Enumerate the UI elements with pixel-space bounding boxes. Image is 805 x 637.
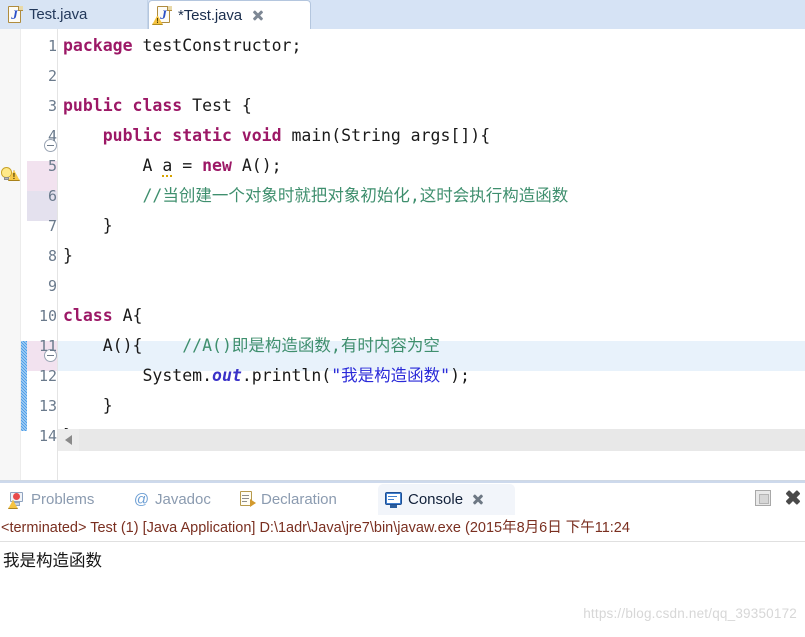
code-line-8: } <box>63 241 73 271</box>
terminate-button[interactable] <box>755 489 771 506</box>
tab-label: Console <box>408 491 464 508</box>
main-signature: main(String args[]){ <box>281 126 491 145</box>
code-line-1: package testConstructor; <box>63 31 301 61</box>
problems-icon <box>8 491 26 509</box>
editor-tab-label-active: *Test.java <box>178 6 243 24</box>
line-number: 3 <box>47 97 57 115</box>
tab-javadoc[interactable]: @ Javadoc <box>126 484 231 515</box>
editor-tab-label: Test.java <box>29 6 88 23</box>
assign-op: = <box>172 156 203 175</box>
constructor-call: A(); <box>231 156 282 175</box>
editor-horizontal-scrollbar[interactable] <box>58 429 805 451</box>
scrollbar-thumb[interactable] <box>79 429 805 451</box>
line-number: 9 <box>47 277 57 295</box>
console-output-area[interactable]: 我是构造函数 https://blog.csdn.net/qq_39350172 <box>0 541 805 637</box>
java-file-icon: J <box>8 5 23 24</box>
keyword-new: new <box>202 156 232 175</box>
javadoc-at-icon: @ <box>133 491 150 508</box>
console-toolbar <box>755 489 801 506</box>
line-number: 5 <box>47 157 57 175</box>
keyword-class: class <box>122 96 183 115</box>
keyword-package: package <box>63 36 133 55</box>
bottom-panel-tab-bar: Problems @ Javadoc Declaration Console <box>0 481 805 515</box>
static-field-out: out <box>212 366 242 385</box>
code-line-13: } <box>63 391 113 421</box>
keyword-modifiers: public static void <box>63 126 282 145</box>
code-line-4: public static void main(String args[]){ <box>63 121 490 151</box>
keyword-public: public <box>63 96 123 115</box>
comment-text: //当创建一个对象时就把对象初始化,这时会执行构造函数 <box>63 186 569 205</box>
line-number: 4 <box>47 127 57 145</box>
declaration-icon <box>239 491 256 508</box>
line-number: 14 <box>38 427 57 445</box>
tab-bar-empty-area <box>311 0 805 29</box>
eclipse-window: J Test.java J *Test.java <box>0 0 805 637</box>
scroll-left-arrow-icon[interactable] <box>58 429 79 451</box>
close-icon[interactable] <box>471 493 484 506</box>
editor-tab-test-java-modified[interactable]: J *Test.java <box>148 0 311 29</box>
code-line-7: } <box>63 211 113 241</box>
warning-lamp-icon[interactable] <box>1 166 20 183</box>
println-call: .println( <box>241 366 332 385</box>
line-number: 2 <box>47 67 57 85</box>
bottom-panel: Problems @ Javadoc Declaration Console <… <box>0 481 805 637</box>
line-number: 13 <box>38 397 57 415</box>
code-line-5: A a = new A(); <box>63 151 282 181</box>
editor-tab-test-java[interactable]: J Test.java <box>0 0 148 29</box>
system-prefix: System. <box>63 366 213 385</box>
close-icon[interactable] <box>251 9 264 22</box>
constructor-decl: A(){ <box>63 336 183 355</box>
keyword-class: class <box>63 306 113 325</box>
package-name: testConstructor; <box>132 36 302 55</box>
close-brace: } <box>63 216 113 235</box>
line-number: 6 <box>47 187 57 205</box>
tab-declaration[interactable]: Declaration <box>232 484 378 515</box>
console-output-text: 我是构造函数 <box>3 551 102 570</box>
watermark-text: https://blog.csdn.net/qq_39350172 <box>583 606 797 621</box>
unused-variable-a: a <box>162 156 173 177</box>
line-number: 11 <box>38 337 57 355</box>
tab-label: Declaration <box>261 491 337 508</box>
line-number: 12 <box>38 367 57 385</box>
code-line-12: System.out.println("我是构造函数"); <box>63 361 470 391</box>
code-line-3: public class Test { <box>63 91 252 121</box>
code-line-11: A(){ //A()即是构造函数,有时内容为空 <box>63 331 440 361</box>
class-name-test: Test { <box>182 96 252 115</box>
statement-end: ); <box>450 366 470 385</box>
tab-label: Problems <box>31 491 95 508</box>
java-file-warning-icon: J <box>152 6 172 25</box>
code-line-10: class A{ <box>63 301 142 331</box>
gutter-separator <box>57 29 58 480</box>
code-editor[interactable]: 1 2 3 4 5 6 7 8 9 10 11 12 13 14 package… <box>0 29 805 481</box>
tab-console[interactable]: Console <box>378 484 515 515</box>
code-line-6: //当创建一个对象时就把对象初始化,这时会执行构造函数 <box>63 181 568 211</box>
class-name-a: A{ <box>112 306 143 325</box>
line-number: 7 <box>47 217 57 235</box>
tab-label: Javadoc <box>155 491 211 508</box>
close-brace: } <box>63 396 113 415</box>
close-console-button[interactable] <box>784 489 801 506</box>
line-number: 8 <box>47 247 57 265</box>
line-number: 1 <box>47 37 57 55</box>
editor-tab-bar: J Test.java J *Test.java <box>0 0 805 29</box>
string-literal: "我是构造函数" <box>331 366 451 385</box>
editor-marker-column[interactable] <box>0 29 21 480</box>
tab-problems[interactable]: Problems <box>2 484 122 515</box>
close-brace: } <box>63 246 73 265</box>
line-number: 10 <box>38 307 57 325</box>
type-a: A <box>63 156 163 175</box>
console-terminated-status: <terminated> Test (1) [Java Application]… <box>1 520 630 536</box>
comment-text: //A()即是构造函数,有时内容为空 <box>182 336 440 355</box>
console-icon <box>385 491 403 508</box>
